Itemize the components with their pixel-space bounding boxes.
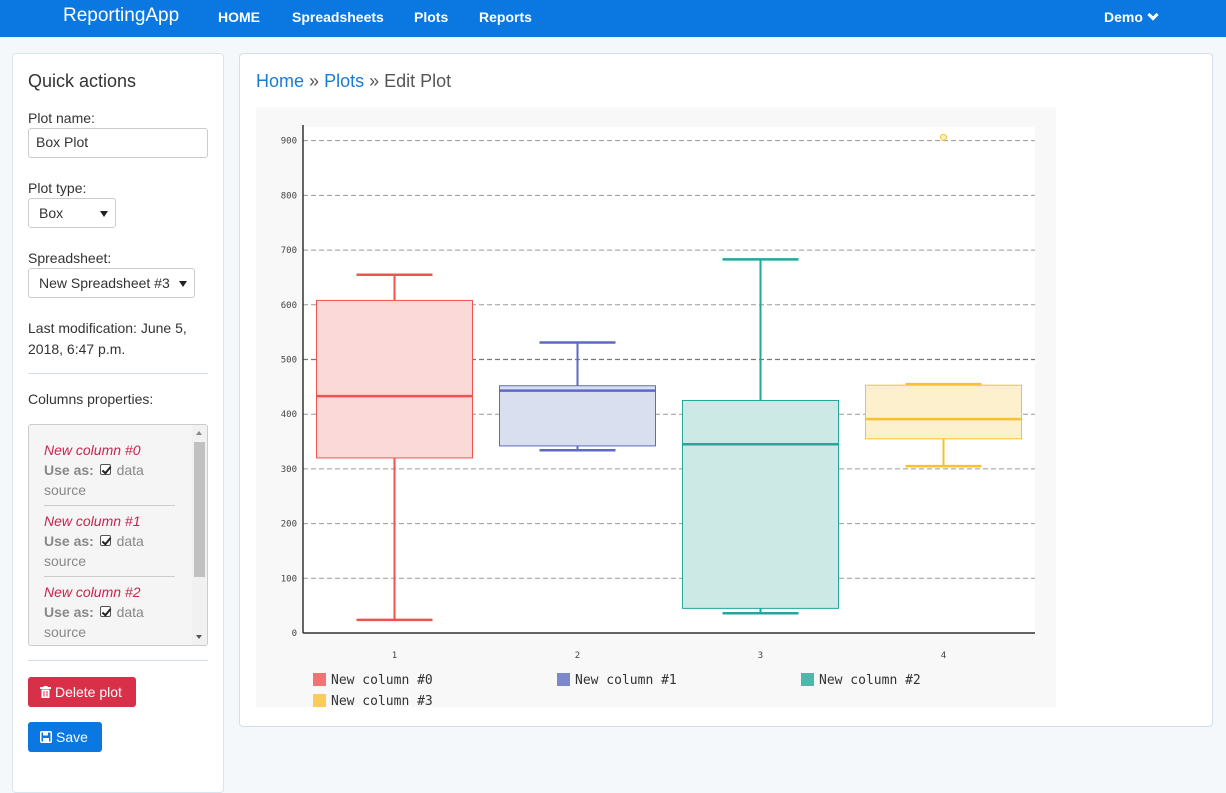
nav-spreadsheets-link[interactable]: Spreadsheets xyxy=(292,9,384,25)
chart-svg: 0 100 200 300 400 500 600 700 800 900 1 2 3 4 New colu… xyxy=(281,125,1035,709)
spreadsheet-select[interactable]: New Spreadsheet #3 xyxy=(28,268,195,298)
spreadsheet-value: New Spreadsheet #3 xyxy=(39,275,170,291)
delete-plot-label: Delete plot xyxy=(55,684,122,700)
columns-list[interactable]: New column #0 Use as: data source New co… xyxy=(28,424,208,646)
breadcrumb-home-link[interactable]: Home xyxy=(256,71,304,91)
column-name: New column #0 xyxy=(44,442,141,458)
spreadsheet-label: Spreadsheet: xyxy=(28,250,112,266)
divider xyxy=(28,660,208,661)
use-as-label: Use as: xyxy=(44,462,94,478)
breadcrumb-current: Edit Plot xyxy=(384,71,452,91)
nav-reports-link[interactable]: Reports xyxy=(479,9,532,25)
divider xyxy=(28,373,208,374)
delete-plot-button[interactable]: Delete plot xyxy=(28,677,136,707)
column-separator xyxy=(44,576,175,577)
user-menu[interactable]: Demo xyxy=(1104,9,1159,25)
legend-swatch xyxy=(313,694,326,707)
floppy-disk-icon xyxy=(40,731,52,743)
plot-type-value: Box xyxy=(39,205,64,221)
box-iqr xyxy=(865,384,1022,440)
nav-home-link[interactable]: HOME xyxy=(218,9,260,25)
y-tick-label: 0 xyxy=(292,629,297,639)
main-panel: Home » Plots » Edit Plot 0 100 200 300 400 50… xyxy=(239,53,1213,727)
legend-swatch xyxy=(557,673,570,686)
legend-label: New column #0 xyxy=(331,673,433,688)
x-tick-label: 3 xyxy=(758,651,763,661)
breadcrumb: Home » Plots » Edit Plot xyxy=(256,71,451,92)
y-tick-label: 300 xyxy=(281,465,297,475)
columns-scrollbar[interactable] xyxy=(192,425,207,645)
top-navbar: ReportingApp HOME Spreadsheets Plots Rep… xyxy=(0,0,1226,37)
column-item: New column #1 Use as: data source xyxy=(44,511,175,571)
scroll-down-icon[interactable] xyxy=(196,635,202,639)
breadcrumb-separator: » xyxy=(309,71,320,91)
column-use-as: Use as: data source xyxy=(44,460,175,500)
data-source-checkbox[interactable] xyxy=(99,535,111,546)
x-tick-label: 2 xyxy=(575,651,580,661)
save-button[interactable]: Save xyxy=(28,722,102,752)
column-use-as: Use as: data source xyxy=(44,531,175,571)
box-plot-chart: 0 100 200 300 400 500 600 700 800 900 1 2 3 4 New colu… xyxy=(256,107,1056,709)
legend-label: New column #3 xyxy=(331,694,433,707)
box-iqr xyxy=(499,385,656,447)
use-as-label: Use as: xyxy=(44,604,94,620)
use-as-label: Use as: xyxy=(44,533,94,549)
last-modification: Last modification: June 5, 2018, 6:47 p.… xyxy=(28,320,187,357)
breadcrumb-separator: » xyxy=(369,71,380,91)
chevron-down-icon xyxy=(1147,9,1159,21)
caret-down-icon xyxy=(100,211,108,217)
plot-name-input[interactable]: Box Plot xyxy=(28,128,208,158)
breadcrumb-plots-link[interactable]: Plots xyxy=(324,71,364,91)
quick-actions-sidebar: Quick actions Plot name: Box Plot Plot t… xyxy=(12,53,224,793)
column-name: New column #2 xyxy=(44,584,141,600)
legend-swatch xyxy=(313,673,326,686)
plot-type-label: Plot type: xyxy=(28,180,87,196)
scroll-thumb[interactable] xyxy=(194,442,205,577)
y-tick-label: 800 xyxy=(281,191,297,201)
scroll-up-icon[interactable] xyxy=(196,431,202,435)
y-tick-label: 200 xyxy=(281,520,297,530)
column-item: New column #0 Use as: data source xyxy=(44,440,175,500)
columns-properties-label: Columns properties: xyxy=(28,391,154,407)
caret-down-icon xyxy=(179,281,187,287)
save-label: Save xyxy=(56,729,88,745)
user-name: Demo xyxy=(1104,9,1143,25)
brand-logo[interactable]: ReportingApp xyxy=(63,5,179,27)
y-tick-label: 900 xyxy=(281,137,297,147)
y-tick-label: 700 xyxy=(281,246,297,256)
y-tick-label: 400 xyxy=(281,410,297,420)
legend-label: New column #1 xyxy=(575,673,677,688)
box-iqr xyxy=(316,299,473,459)
plot-type-select[interactable]: Box xyxy=(28,198,116,228)
sidebar-title: Quick actions xyxy=(28,71,137,91)
column-item: New column #2 Use as: data source xyxy=(44,582,175,642)
data-source-checkbox[interactable] xyxy=(99,606,111,617)
trash-icon xyxy=(40,686,51,698)
box-iqr xyxy=(682,400,839,609)
column-separator xyxy=(44,505,175,506)
x-tick-label: 1 xyxy=(392,651,397,661)
column-name: New column #1 xyxy=(44,513,141,529)
data-source-checkbox[interactable] xyxy=(99,464,111,475)
nav-plots-link[interactable]: Plots xyxy=(414,9,448,25)
plot-name-label: Plot name: xyxy=(28,110,95,126)
y-tick-label: 100 xyxy=(281,574,297,584)
outlier-point xyxy=(940,133,947,141)
legend-label: New column #2 xyxy=(819,673,921,688)
column-use-as: Use as: data source xyxy=(44,602,175,642)
y-tick-label: 500 xyxy=(281,355,297,365)
x-tick-label: 4 xyxy=(941,651,946,661)
legend-swatch xyxy=(801,673,814,686)
y-tick-label: 600 xyxy=(281,301,297,311)
